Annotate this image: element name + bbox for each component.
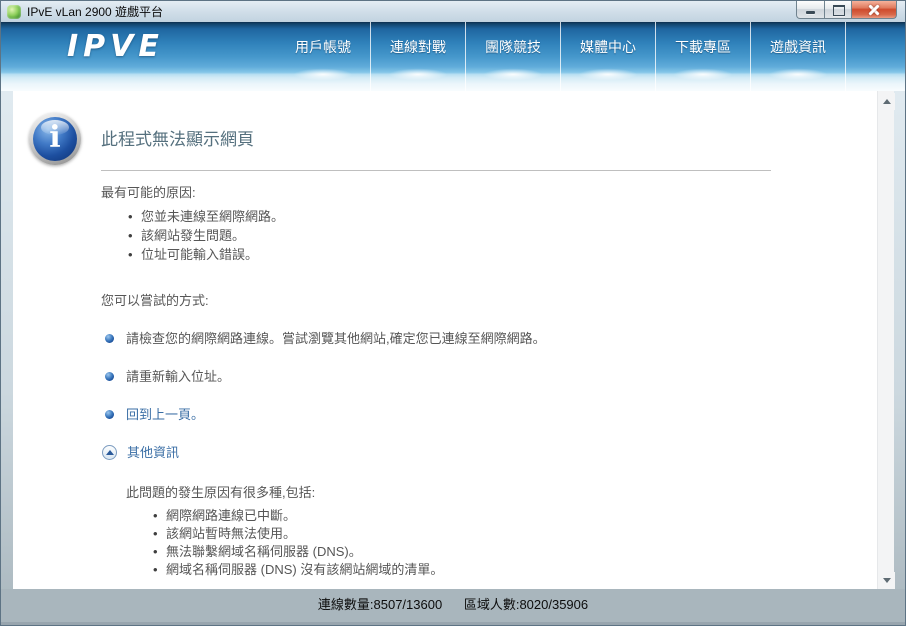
info-icon-ball: i: [33, 117, 77, 161]
back-link[interactable]: 回到上一頁。: [126, 406, 204, 423]
info-icon: i: [29, 113, 81, 165]
nav-menu: 用戶帳號 連線對戰 團隊競技 媒體中心 下載專區 遊戲資訊: [276, 22, 846, 91]
info-icon-letter: i: [49, 123, 60, 153]
list-item: 該網站暫時無法使用。: [153, 525, 837, 543]
bullet-icon: [105, 410, 114, 419]
window-title: IPvE vLan 2900 遊戲平台: [27, 3, 163, 20]
close-icon: [852, 1, 896, 18]
bullet-icon: [105, 334, 114, 343]
error-title: 此程式無法顯示網頁: [101, 131, 254, 148]
maximize-icon: [825, 1, 851, 18]
minimize-button[interactable]: [796, 1, 825, 19]
maximize-button[interactable]: [825, 1, 852, 19]
connections-value: 8507/13600: [374, 597, 443, 612]
causes-list: 您並未連線至網際網路。 該網站發生問題。 位址可能輸入錯誤。: [101, 207, 837, 264]
list-item: 該網站發生問題。: [128, 226, 837, 245]
list-item: 您並未連線至網際網路。: [128, 207, 837, 226]
actions-heading: 您可以嘗試的方式:: [101, 292, 837, 309]
scroll-down-button[interactable]: [878, 572, 895, 589]
area-value: 8020/35906: [519, 597, 588, 612]
collapse-arrow-icon[interactable]: [102, 445, 117, 460]
list-item: 網際網路連線已中斷。: [153, 507, 837, 525]
nav-item-media-center[interactable]: 媒體中心: [561, 22, 656, 91]
details-block: 此問題的發生原因有很多種,包括: 網際網路連線已中斷。 該網站暫時無法使用。 無…: [126, 484, 837, 579]
app-window: IPvE vLan 2900 遊戲平台 IPVE 用戶帳號 連線對戰 團隊競技 …: [0, 0, 906, 626]
area-stat: 區域人數:8020/35906: [464, 594, 588, 613]
close-button[interactable]: [852, 1, 897, 19]
causes-heading: 最有可能的原因:: [101, 184, 837, 201]
scroll-down-icon: [883, 578, 891, 583]
titlebar: IPvE vLan 2900 遊戲平台: [1, 1, 905, 22]
divider: [101, 170, 771, 171]
action-row: 請檢查您的網際網路連線。嘗試瀏覽其他網站,確定您已連線至網際網路。: [101, 330, 837, 347]
more-info-link[interactable]: 其他資訊: [127, 444, 179, 461]
bullet-icon: [105, 372, 114, 381]
error-header: i 此程式無法顯示網頁: [29, 113, 837, 165]
area-label: 區域人數:: [464, 597, 520, 612]
more-info-row: 其他資訊: [101, 444, 837, 461]
nav-item-download-zone[interactable]: 下載專區: [656, 22, 751, 91]
navbar: IPVE 用戶帳號 連線對戰 團隊競技 媒體中心 下載專區 遊戲資訊: [1, 22, 905, 91]
nav-item-team-competition[interactable]: 團隊競技: [466, 22, 561, 91]
action-text: 請檢查您的網際網路連線。嘗試瀏覽其他網站,確定您已連線至網際網路。: [126, 330, 546, 347]
action-text: 請重新輸入位址。: [126, 368, 230, 385]
action-row: 回到上一頁。: [101, 406, 837, 423]
up-triangle-icon: [106, 450, 114, 455]
details-heading: 此問題的發生原因有很多種,包括:: [126, 484, 837, 501]
vertical-scrollbar[interactable]: [877, 91, 894, 591]
error-page: i 此程式無法顯示網頁 最有可能的原因: 您並未連線至網際網路。 該網站發生問題…: [13, 91, 877, 591]
list-item: 位址可能輸入錯誤。: [128, 245, 837, 264]
nav-item-game-info[interactable]: 遊戲資訊: [751, 22, 846, 91]
app-logo-icon: [7, 5, 21, 19]
details-list: 網際網路連線已中斷。 該網站暫時無法使用。 無法聯繫網域名稱伺服器 (DNS)。…: [126, 507, 837, 579]
action-row: 請重新輸入位址。: [101, 368, 837, 385]
connections-stat: 連線數量:8507/13600: [318, 594, 442, 613]
error-content: i 此程式無法顯示網頁 最有可能的原因: 您並未連線至網際網路。 該網站發生問題…: [13, 91, 877, 579]
window-controls: [796, 1, 897, 19]
browser-viewport: i 此程式無法顯示網頁 最有可能的原因: 您並未連線至網際網路。 該網站發生問題…: [1, 91, 905, 591]
list-item: 無法聯繫網域名稱伺服器 (DNS)。: [153, 543, 837, 561]
nav-item-user-account[interactable]: 用戶帳號: [276, 22, 371, 91]
scroll-up-icon: [883, 99, 891, 104]
connections-label: 連線數量:: [318, 597, 374, 612]
nav-item-online-battle[interactable]: 連線對戰: [371, 22, 466, 91]
logo: IPVE: [67, 29, 164, 64]
statusbar: 連線數量:8507/13600 區域人數:8020/35906: [1, 589, 905, 625]
list-item: 網域名稱伺服器 (DNS) 沒有該網站網域的清單。: [153, 561, 837, 579]
scroll-up-button[interactable]: [878, 93, 895, 110]
minimize-icon: [797, 1, 824, 18]
